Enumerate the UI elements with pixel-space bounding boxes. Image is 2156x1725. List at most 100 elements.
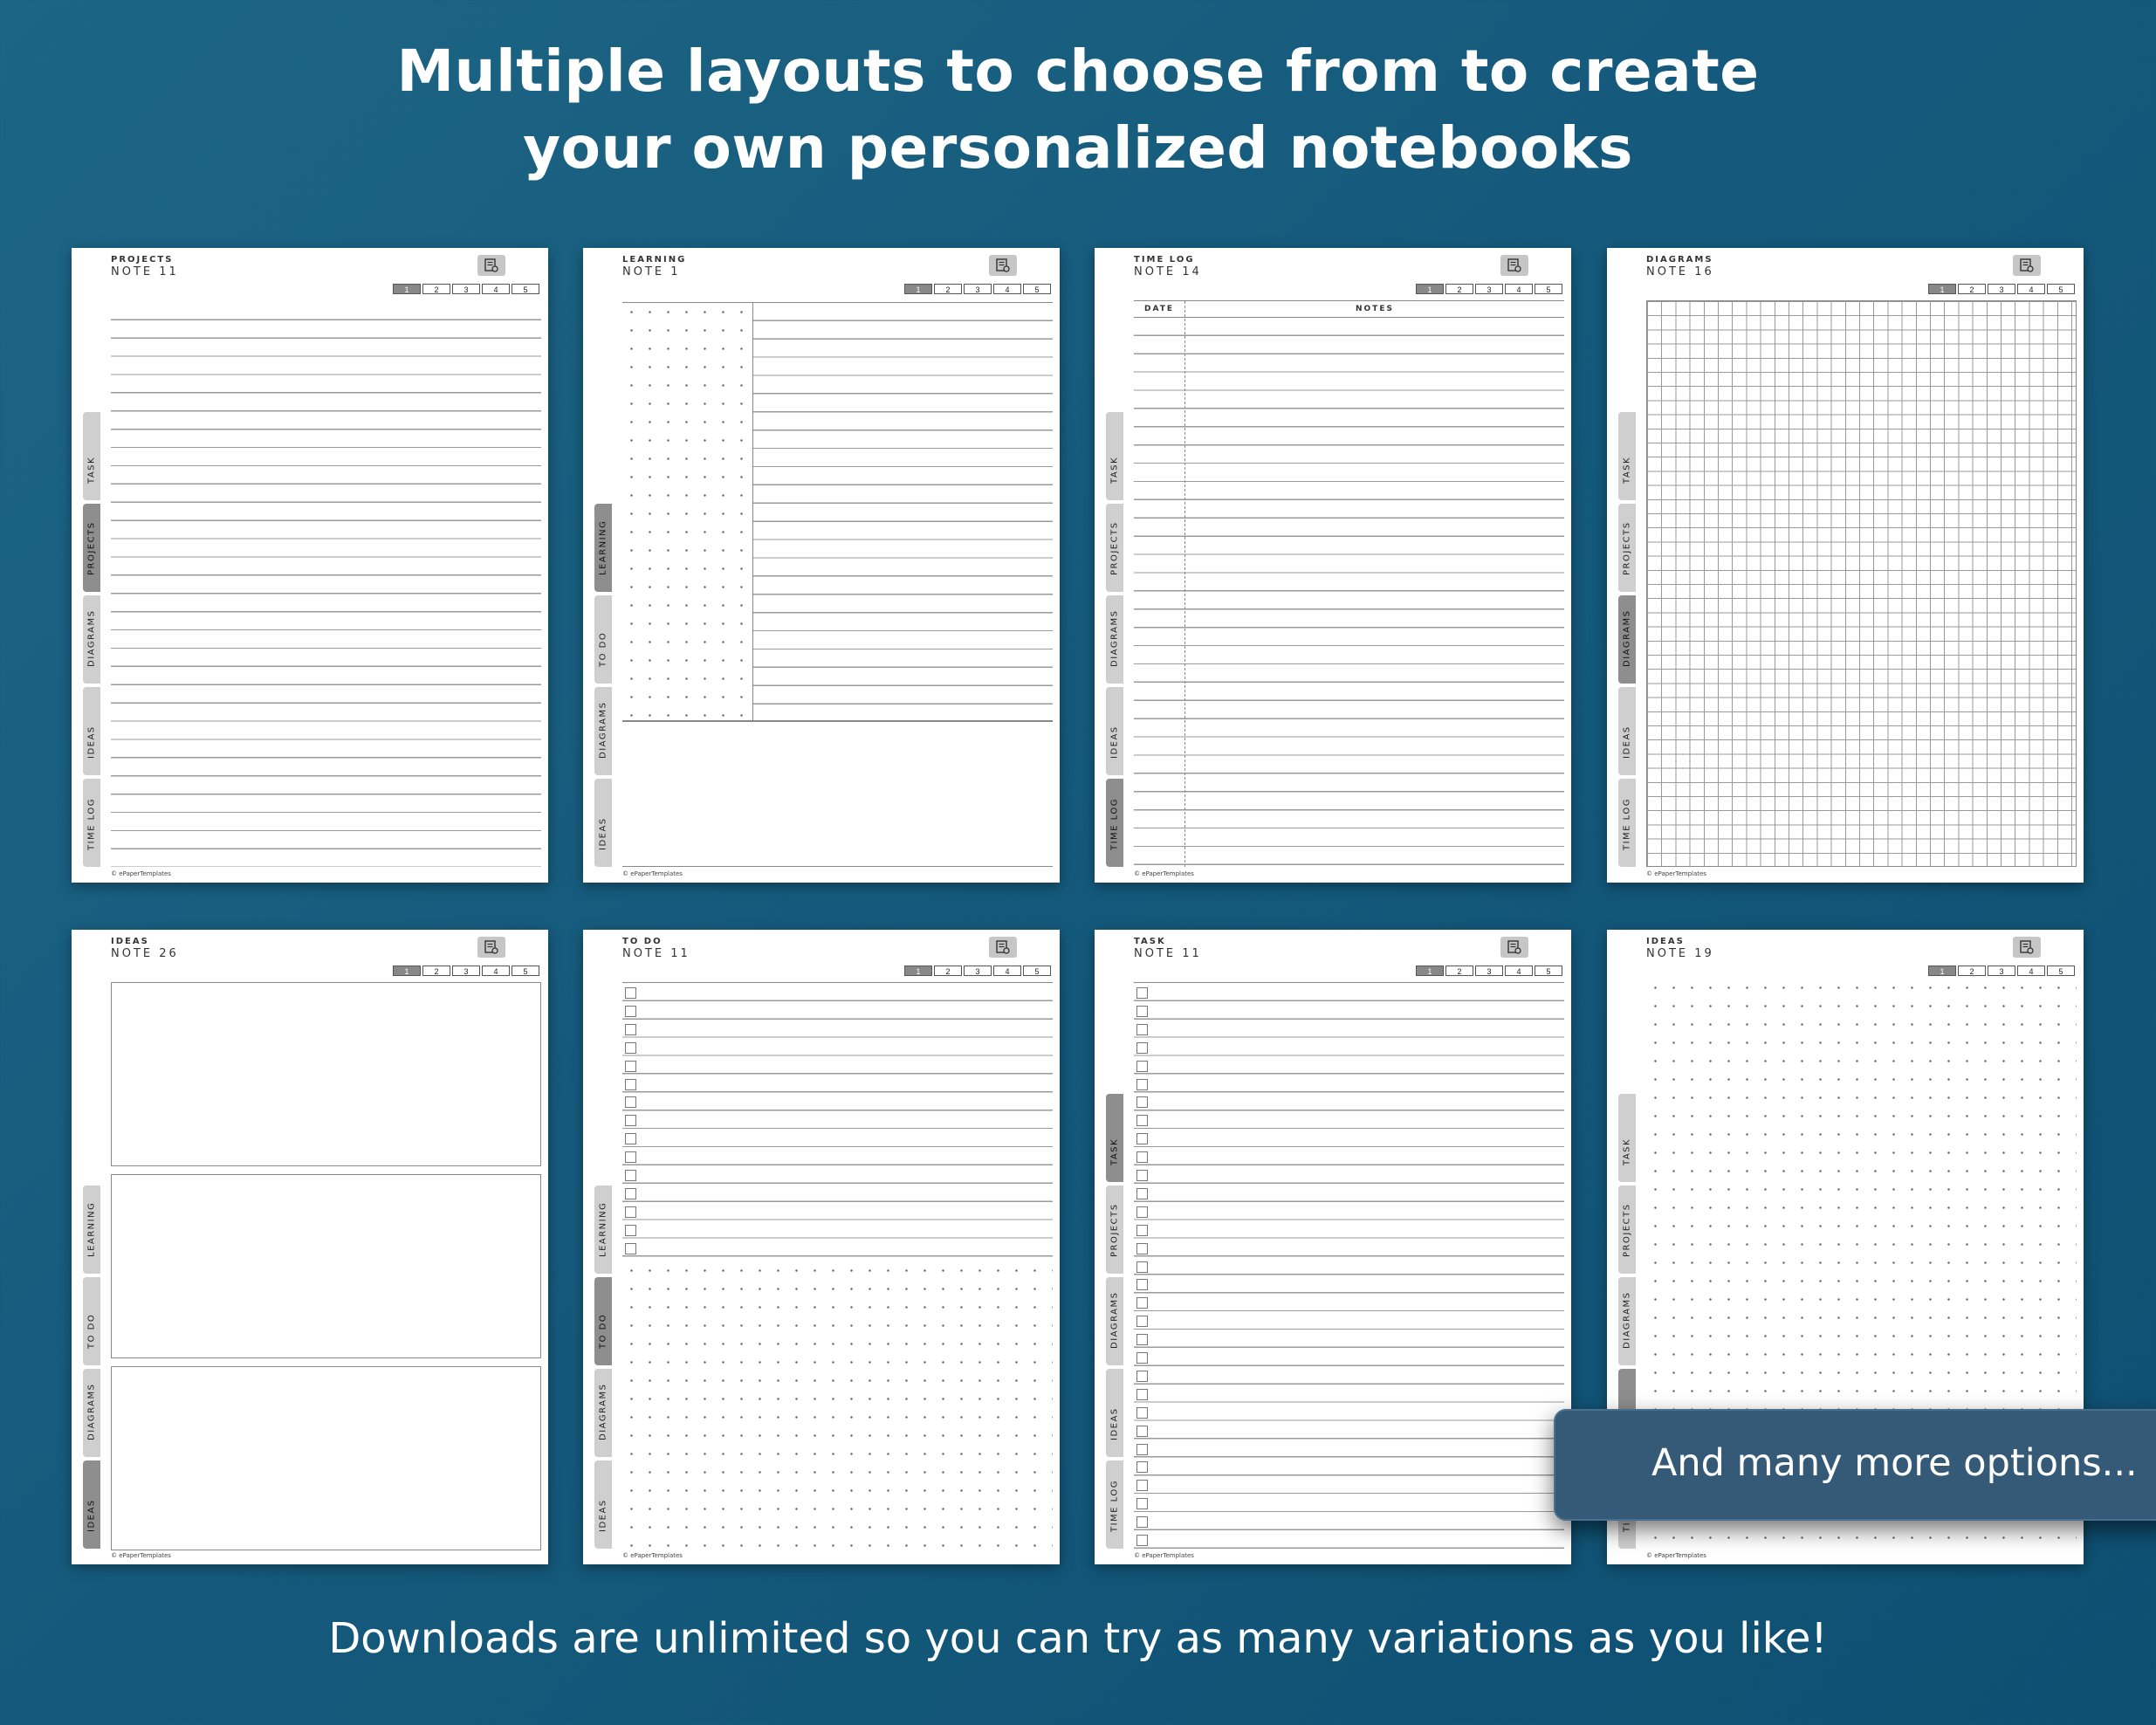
pager-button-3[interactable]: 3	[1988, 966, 2015, 976]
checkbox[interactable]	[625, 1078, 636, 1090]
side-tab-ideas[interactable]: IDEAS	[83, 1460, 100, 1549]
pager-button-5[interactable]: 5	[1535, 966, 1562, 976]
pager-button-1[interactable]: 1	[1416, 284, 1444, 294]
notebook-settings-button[interactable]	[989, 937, 1017, 958]
note-box[interactable]	[111, 982, 541, 1166]
pager-button-1[interactable]: 1	[393, 284, 421, 294]
pager-button-3[interactable]: 3	[964, 966, 992, 976]
pager-button-4[interactable]: 4	[993, 966, 1021, 976]
dot-grid-panel[interactable]	[622, 303, 753, 720]
side-tab-projects[interactable]: PROJECTS	[1106, 504, 1123, 592]
side-tab-diagrams[interactable]: DIAGRAMS	[83, 1369, 100, 1457]
pager-button-4[interactable]: 4	[1505, 284, 1533, 294]
pager-button-1[interactable]: 1	[904, 966, 932, 976]
side-tab-diagrams[interactable]: DIAGRAMS	[1618, 1277, 1636, 1365]
pager-button-2[interactable]: 2	[1958, 966, 1986, 976]
side-tab-ideas[interactable]: IDEAS	[1106, 1369, 1123, 1457]
checkbox[interactable]	[625, 1096, 636, 1109]
checkbox[interactable]	[625, 1224, 636, 1236]
checkbox[interactable]	[1136, 1516, 1148, 1529]
pager-button-2[interactable]: 2	[1445, 966, 1473, 976]
page-content-area[interactable]	[111, 302, 541, 867]
side-tab-time-log[interactable]: TIME LOG	[1106, 779, 1123, 867]
side-tab-task[interactable]: TASK	[1106, 1094, 1123, 1182]
side-tab-ideas[interactable]: IDEAS	[1618, 687, 1636, 775]
checkbox[interactable]	[1136, 1041, 1148, 1054]
side-tab-ideas[interactable]: IDEAS	[594, 1460, 612, 1549]
side-tab-diagrams[interactable]: DIAGRAMS	[1106, 595, 1123, 684]
side-tab-diagrams[interactable]: DIAGRAMS	[1106, 1277, 1123, 1365]
checkbox[interactable]	[1136, 1005, 1148, 1017]
pager-button-2[interactable]: 2	[934, 284, 962, 294]
checkbox[interactable]	[1136, 1023, 1148, 1035]
pager-button-2[interactable]: 2	[422, 966, 450, 976]
checkbox[interactable]	[625, 1041, 636, 1054]
pager-button-1[interactable]: 1	[393, 966, 421, 976]
checkbox[interactable]	[1136, 1535, 1148, 1546]
pager-button-5[interactable]: 5	[1535, 284, 1562, 294]
pager-button-3[interactable]: 3	[1988, 284, 2015, 294]
side-tab-projects[interactable]: PROJECTS	[1618, 1186, 1636, 1274]
pager-button-4[interactable]: 4	[993, 284, 1021, 294]
side-tab-task[interactable]: TASK	[1618, 412, 1636, 500]
pager-button-5[interactable]: 5	[2047, 966, 2075, 976]
notebook-settings-button[interactable]	[477, 937, 505, 958]
checkbox[interactable]	[1136, 1370, 1148, 1382]
pager-button-4[interactable]: 4	[1505, 966, 1533, 976]
checkbox[interactable]	[1136, 1316, 1148, 1328]
checkbox[interactable]	[1136, 1334, 1148, 1346]
checkbox[interactable]	[1136, 1498, 1148, 1510]
checkbox[interactable]	[625, 1133, 636, 1145]
pager-button-1[interactable]: 1	[1928, 284, 1956, 294]
side-tab-diagrams[interactable]: DIAGRAMS	[594, 1369, 612, 1457]
checkbox[interactable]	[1136, 1388, 1148, 1400]
side-tab-ideas[interactable]: IDEAS	[594, 779, 612, 867]
side-tab-to-do[interactable]: TO DO	[83, 1277, 100, 1365]
checkbox[interactable]	[625, 1060, 636, 1072]
checkbox[interactable]	[625, 1187, 636, 1199]
notebook-settings-button[interactable]	[2013, 255, 2041, 276]
pager-button-4[interactable]: 4	[482, 966, 510, 976]
pager-button-5[interactable]: 5	[2047, 284, 2075, 294]
side-tab-diagrams[interactable]: DIAGRAMS	[83, 595, 100, 684]
note-box[interactable]	[111, 1174, 541, 1358]
side-tab-projects[interactable]: PROJECTS	[1618, 504, 1636, 592]
checkbox[interactable]	[625, 1005, 636, 1017]
checkbox[interactable]	[625, 1242, 636, 1254]
checkbox[interactable]	[1136, 1297, 1148, 1309]
checkbox[interactable]	[1136, 1187, 1148, 1199]
notebook-settings-button[interactable]	[477, 255, 505, 276]
checkbox[interactable]	[1136, 1078, 1148, 1090]
page-content-area[interactable]	[622, 302, 1053, 867]
pager-button-4[interactable]: 4	[482, 284, 510, 294]
checkbox[interactable]	[1136, 1224, 1148, 1236]
checkbox[interactable]	[1136, 1443, 1148, 1455]
pager-button-4[interactable]: 4	[2017, 966, 2045, 976]
time-log-rows[interactable]	[1134, 317, 1564, 867]
notebook-settings-button[interactable]	[989, 255, 1017, 276]
pager-button-3[interactable]: 3	[452, 284, 480, 294]
page-content-area[interactable]: DATE NOTES	[1134, 300, 1564, 867]
checkbox[interactable]	[1136, 1206, 1148, 1218]
checkbox[interactable]	[1136, 1096, 1148, 1109]
pager-button-2[interactable]: 2	[934, 966, 962, 976]
pager-button-3[interactable]: 3	[1475, 966, 1503, 976]
pager-button-4[interactable]: 4	[2017, 284, 2045, 294]
side-tab-time-log[interactable]: TIME LOG	[83, 779, 100, 867]
lined-panel[interactable]	[753, 303, 1053, 720]
pager-button-3[interactable]: 3	[1475, 284, 1503, 294]
checklist-rows[interactable]	[622, 982, 1053, 1257]
checkbox[interactable]	[1136, 1242, 1148, 1254]
pager-button-5[interactable]: 5	[512, 966, 539, 976]
page-content-area[interactable]	[111, 982, 541, 1550]
checkbox[interactable]	[625, 1170, 636, 1181]
dot-grid-panel[interactable]	[622, 1261, 1053, 1549]
side-tab-projects[interactable]: PROJECTS	[1106, 1186, 1123, 1274]
pager-button-3[interactable]: 3	[452, 966, 480, 976]
pager-button-5[interactable]: 5	[1023, 966, 1051, 976]
side-tab-ideas[interactable]: IDEAS	[83, 687, 100, 775]
notebook-settings-button[interactable]	[1500, 937, 1528, 958]
side-tab-diagrams[interactable]: DIAGRAMS	[594, 687, 612, 775]
checkbox[interactable]	[1136, 1170, 1148, 1181]
checkbox[interactable]	[1136, 987, 1148, 999]
